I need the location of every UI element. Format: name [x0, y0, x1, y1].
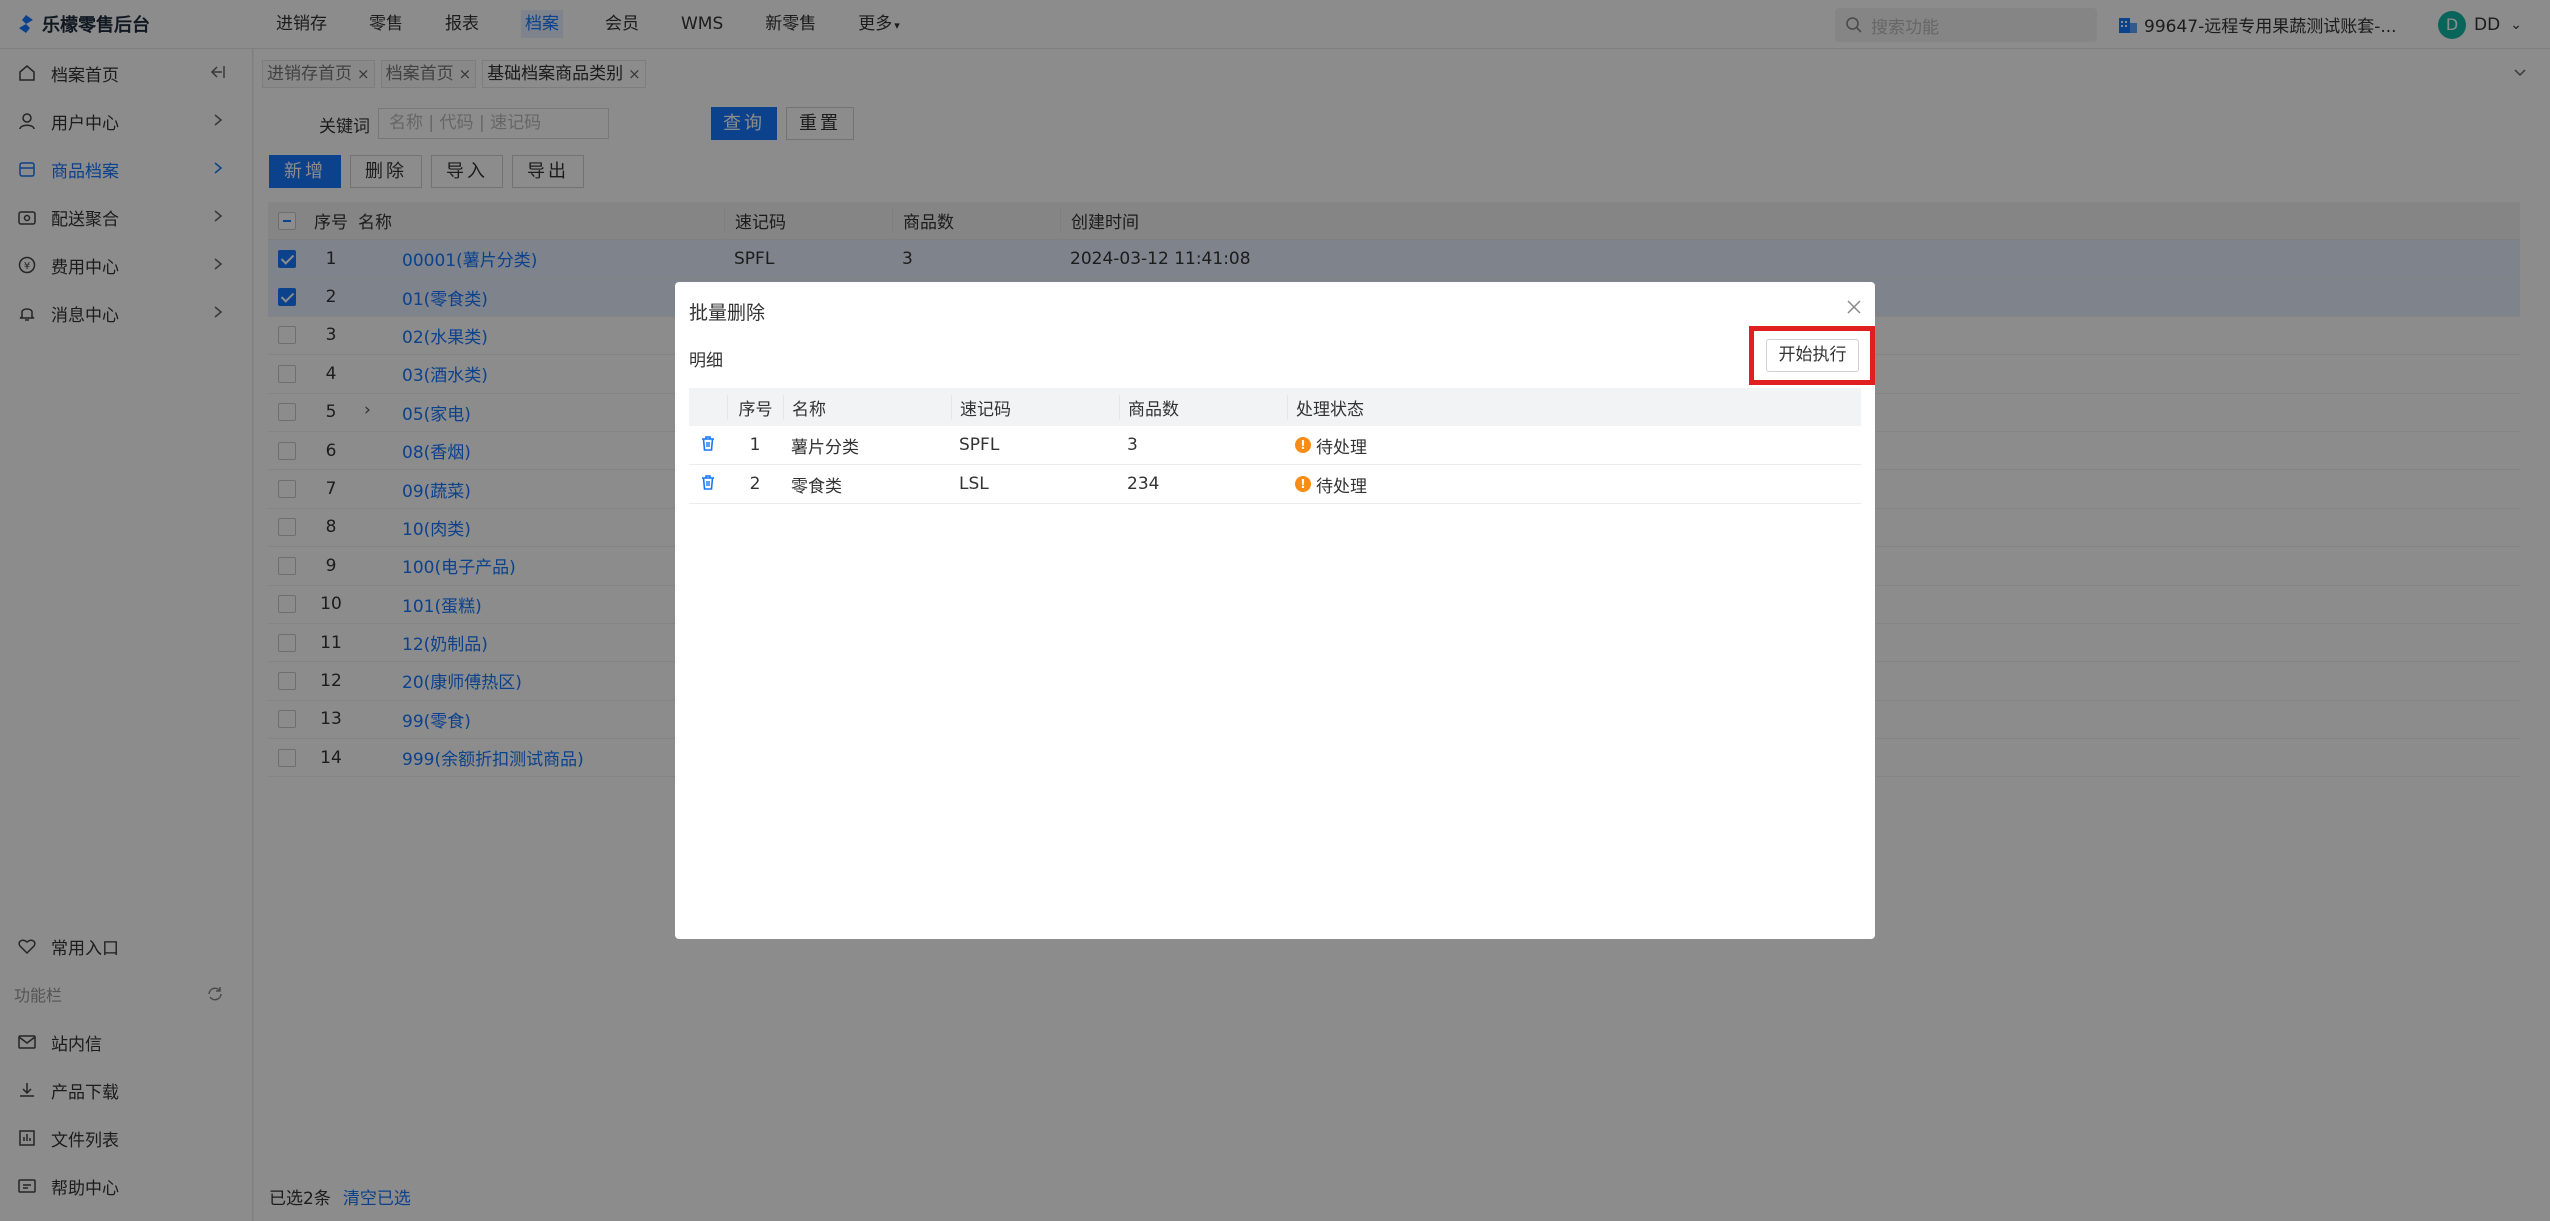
cell-no: 2 — [749, 474, 761, 494]
col-no: 序号 — [727, 394, 783, 420]
trash-icon[interactable] — [700, 435, 716, 456]
col-status: 处理状态 — [1287, 394, 1861, 420]
warning-icon: ! — [1295, 437, 1311, 453]
cell-name: 薯片分类 — [791, 437, 859, 458]
col-code: 速记码 — [951, 394, 1119, 420]
delete-row-cell — [689, 435, 727, 456]
warning-icon: ! — [1295, 476, 1311, 492]
trash-icon[interactable] — [700, 474, 716, 495]
close-icon[interactable] — [1845, 298, 1863, 321]
batch-delete-modal: 批量删除 明细 开始执行 序号 名称 速记码 商品数 处理状态 1 薯片分类 SPF… — [675, 282, 1875, 939]
delete-row-cell — [689, 474, 727, 495]
col-count: 商品数 — [1119, 394, 1287, 420]
status-text: 待处理 — [1316, 437, 1367, 458]
status-text: 待处理 — [1316, 476, 1367, 497]
cell-no: 1 — [749, 435, 761, 455]
cell-code: LSL — [959, 474, 989, 494]
detail-table-header: 序号 名称 速记码 商品数 处理状态 — [689, 388, 1861, 426]
modal-subtitle: 明细 — [689, 351, 723, 371]
col-name: 名称 — [783, 394, 951, 420]
cell-name: 零食类 — [791, 476, 842, 497]
detail-row: 1 薯片分类 SPFL 3! 待处理 — [689, 426, 1861, 465]
cell-status: ! 待处理 — [1287, 472, 1861, 497]
start-execute-button[interactable]: 开始执行 — [1766, 339, 1859, 372]
detail-row: 2 零食类 LSL 234! 待处理 — [689, 465, 1861, 504]
detail-table-body: 1 薯片分类 SPFL 3! 待处理 2 零食类 LSL 234! 待处理 — [689, 426, 1861, 504]
cell-code: SPFL — [959, 435, 1000, 455]
cell-status: ! 待处理 — [1287, 433, 1861, 458]
modal-title: 批量删除 — [689, 302, 766, 324]
cell-count: 234 — [1127, 474, 1160, 494]
cell-count: 3 — [1127, 435, 1138, 455]
detail-table: 序号 名称 速记码 商品数 处理状态 1 薯片分类 SPFL 3! 待处理 2 零食类 LSL… — [689, 388, 1861, 504]
